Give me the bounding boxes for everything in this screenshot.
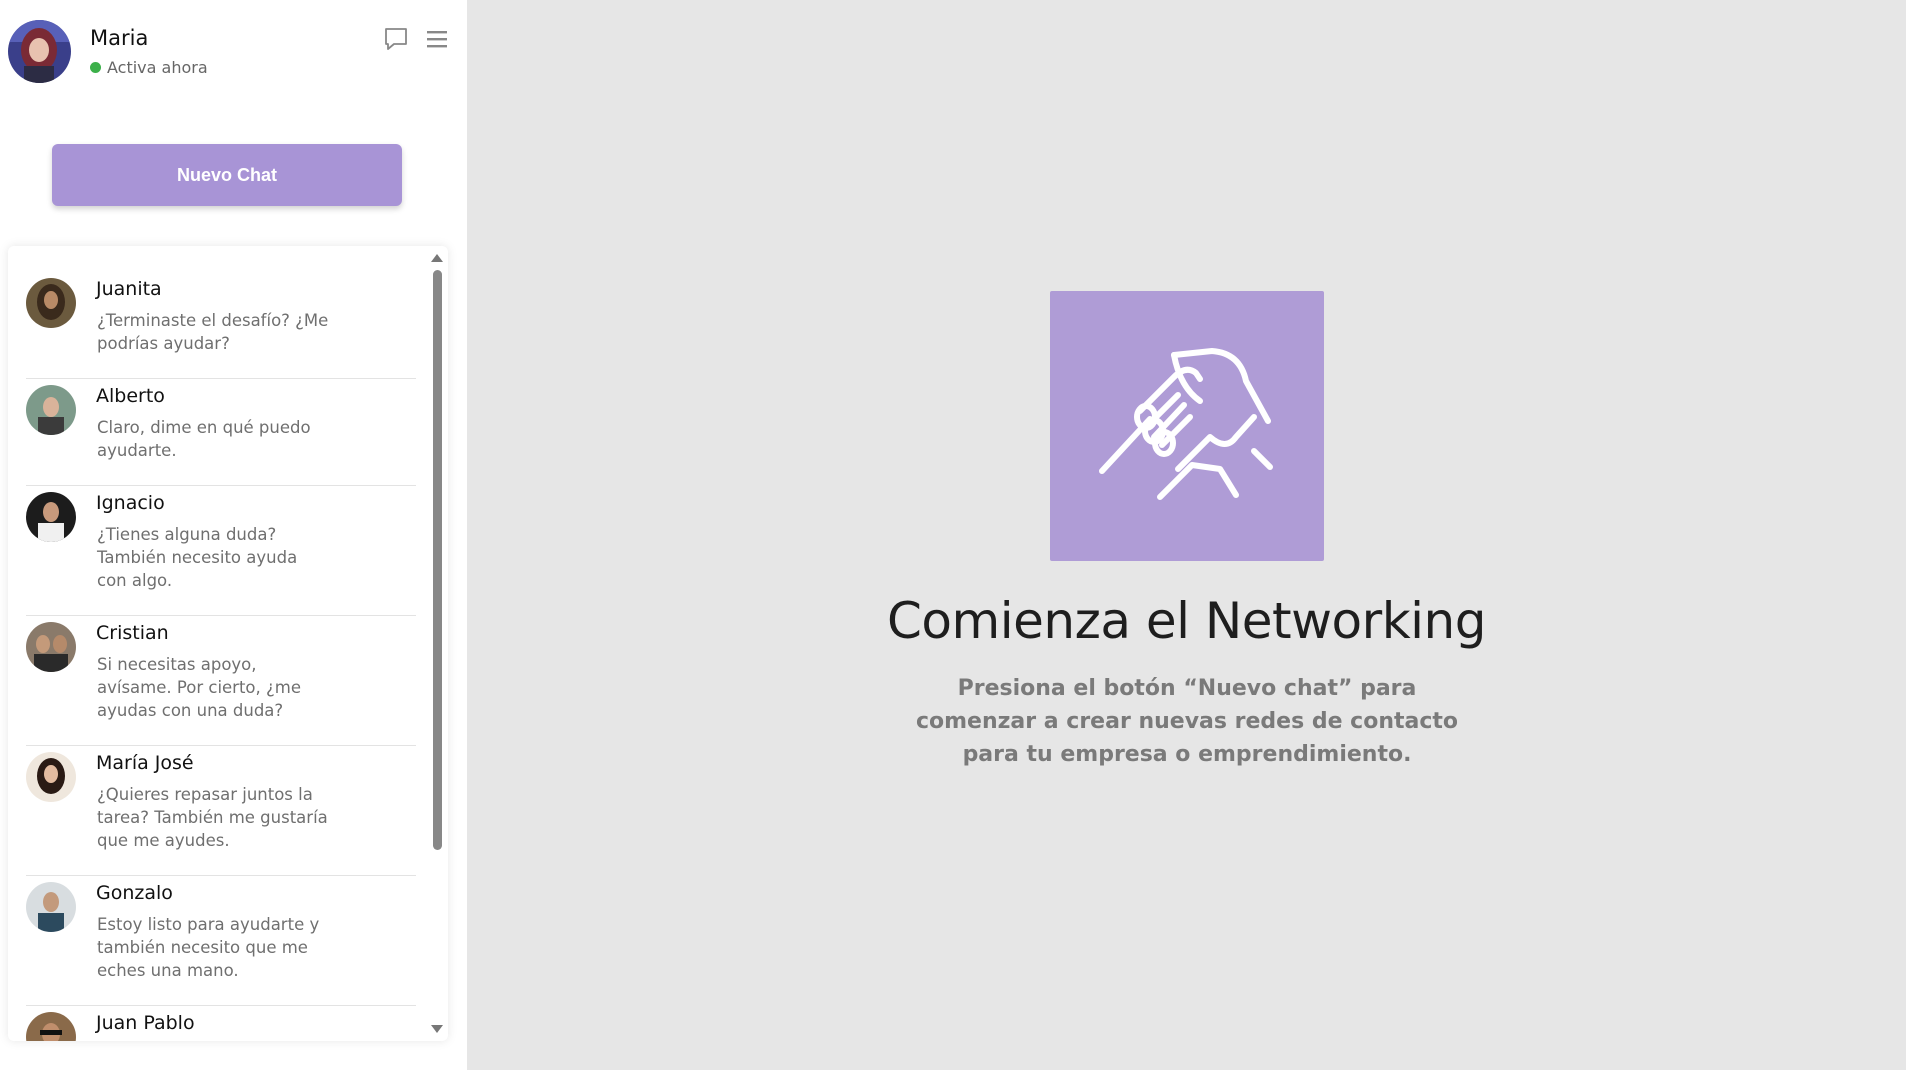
scroll-thumb[interactable]	[433, 270, 442, 850]
chat-item-maria-jose[interactable]: María José ¿Quieres repasar juntos la ta…	[26, 746, 416, 876]
user-name: Maria	[90, 26, 149, 50]
chat-list-panel: Juanita ¿Terminaste el desafío? ¿Me podr…	[8, 246, 448, 1041]
main-area: Comienza el Networking Presiona el botón…	[467, 0, 1906, 1070]
hero-description: Presiona el botón “Nuevo chat” para come…	[915, 676, 1459, 767]
contact-name: Juanita	[96, 278, 162, 300]
contact-avatar	[26, 882, 76, 932]
scroll-down-arrow-icon[interactable]	[431, 1025, 443, 1033]
chat-list-scrollbar[interactable]	[426, 246, 448, 1041]
user-status: Activa ahora	[90, 58, 208, 77]
user-profile: Maria Activa ahora	[8, 20, 448, 86]
contact-name: Juan Pablo	[96, 1012, 195, 1034]
contact-avatar	[26, 278, 76, 328]
contact-avatar	[26, 752, 76, 802]
contact-name: Cristian	[96, 622, 169, 644]
last-message: Estoy listo para ayudarte y también nece…	[97, 915, 320, 980]
hero-title: Comienza el Networking	[887, 592, 1486, 650]
contact-avatar	[26, 492, 76, 542]
chat-item-alberto[interactable]: Alberto Claro, dime en qué puedo ayudart…	[26, 379, 416, 486]
last-message: ¿Terminaste el desafío? ¿Me podrías ayud…	[97, 311, 329, 353]
new-chat-button[interactable]: Nuevo Chat	[52, 144, 402, 206]
chat-item-gonzalo[interactable]: Gonzalo Estoy listo para ayudarte y tamb…	[26, 876, 416, 1006]
contact-name: Gonzalo	[96, 882, 173, 904]
hero-illustration	[1050, 291, 1324, 561]
contact-avatar	[26, 1012, 76, 1041]
contact-avatar	[26, 622, 76, 672]
user-avatar[interactable]	[8, 20, 71, 83]
chat-item-ignacio[interactable]: Ignacio ¿Tienes alguna duda? También nec…	[26, 486, 416, 616]
chat-item-juan-pablo[interactable]: Juan Pablo	[26, 1006, 416, 1041]
last-message: ¿Quieres repasar juntos la tarea? Tambié…	[97, 785, 328, 850]
handshake-icon	[1099, 348, 1273, 500]
last-message: Si necesitas apoyo, avísame. Por cierto,…	[97, 655, 301, 720]
sidebar: Maria Activa ahora Nuevo Chat Juanita ¿T…	[0, 0, 467, 1070]
online-status-dot	[90, 62, 101, 73]
contact-avatar	[26, 385, 76, 435]
chat-item-cristian[interactable]: Cristian Si necesitas apoyo, avísame. Po…	[26, 616, 416, 746]
contact-name: Ignacio	[96, 492, 165, 514]
chat-list: Juanita ¿Terminaste el desafío? ¿Me podr…	[26, 272, 416, 1041]
menu-icon[interactable]	[424, 26, 450, 52]
contact-name: Alberto	[96, 385, 165, 407]
last-message: Claro, dime en qué puedo ayudarte.	[97, 418, 311, 460]
chat-bubble-icon[interactable]	[383, 26, 409, 52]
scroll-up-arrow-icon[interactable]	[431, 254, 443, 262]
last-message: ¿Tienes alguna duda? También necesito ay…	[97, 525, 298, 590]
contact-name: María José	[96, 752, 194, 774]
chat-item-juanita[interactable]: Juanita ¿Terminaste el desafío? ¿Me podr…	[26, 272, 416, 379]
status-text: Activa ahora	[107, 58, 208, 77]
